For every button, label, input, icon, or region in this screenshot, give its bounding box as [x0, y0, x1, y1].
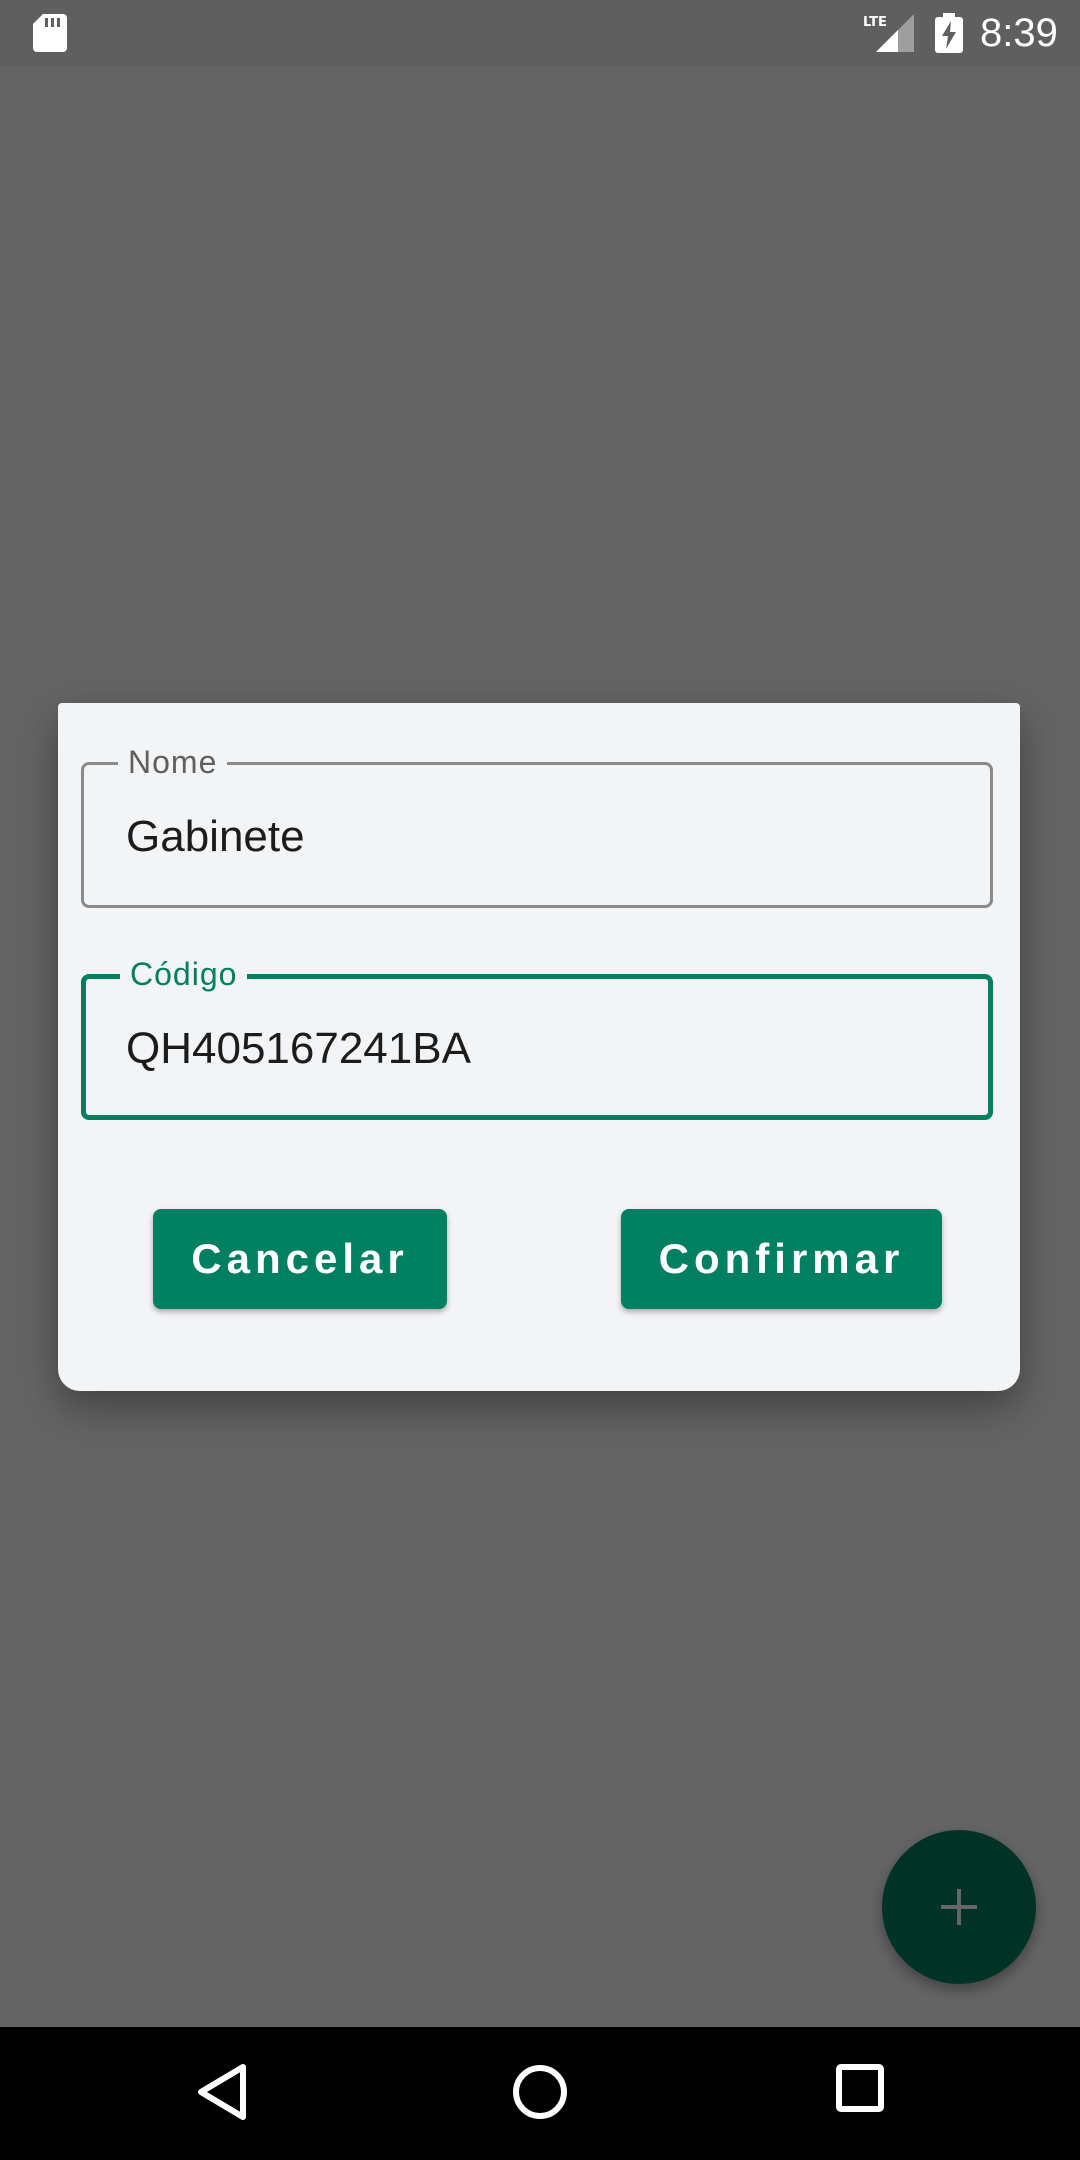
confirm-button[interactable]: Confirmar [621, 1209, 942, 1309]
name-input-value[interactable]: Gabinete [126, 811, 305, 863]
home-icon[interactable] [511, 2063, 569, 2121]
status-time: 8:39 [980, 11, 1058, 55]
name-input[interactable]: Nome Gabinete [81, 743, 993, 908]
status-bar: LTE 8:39 [0, 0, 1080, 66]
edit-item-dialog: Nome Gabinete Código QH405167241BA Cance… [58, 703, 1020, 1391]
navigation-bar [0, 2027, 1080, 2160]
name-input-label: Nome [118, 743, 228, 781]
code-input-value[interactable]: QH405167241BA [126, 1023, 471, 1075]
cancel-button[interactable]: Cancelar [153, 1209, 447, 1309]
svg-text:LTE: LTE [863, 15, 887, 30]
code-input[interactable]: Código QH405167241BA [81, 955, 993, 1120]
battery-charging-icon [935, 13, 963, 53]
code-input-label: Código [120, 955, 248, 993]
sd-card-icon [33, 14, 67, 52]
recents-icon[interactable] [835, 2063, 885, 2113]
lte-signal-icon: LTE [863, 14, 914, 52]
back-icon[interactable] [195, 2063, 249, 2121]
